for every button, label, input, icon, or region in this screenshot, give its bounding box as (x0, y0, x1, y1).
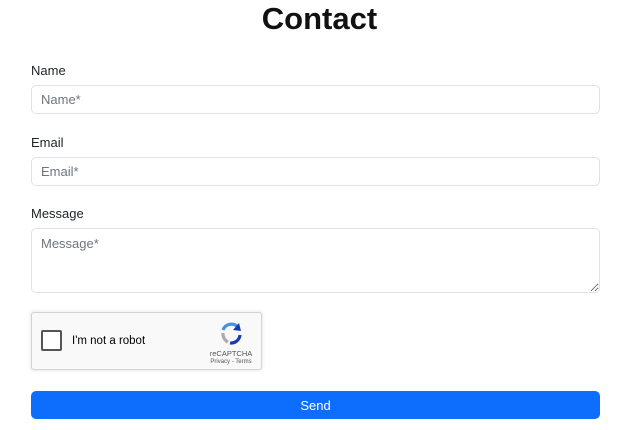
recaptcha-widget: I'm not a robot reCAPTCHA Privacy - Term… (31, 312, 262, 370)
message-label: Message (31, 206, 84, 221)
send-button[interactable]: Send (31, 391, 600, 419)
recaptcha-links: Privacy - Terms (204, 359, 258, 365)
name-label: Name (31, 63, 66, 78)
name-input[interactable] (31, 85, 600, 114)
recaptcha-checkbox[interactable] (41, 330, 62, 351)
recaptcha-terms-link[interactable]: Terms (235, 359, 251, 365)
recaptcha-logo-icon (221, 322, 242, 345)
email-label: Email (31, 135, 64, 150)
message-textarea[interactable] (31, 228, 600, 293)
contact-page: Contact Name Email Message I'm not a rob… (0, 0, 639, 430)
email-input[interactable] (31, 157, 600, 186)
page-title: Contact (261, 1, 378, 36)
recaptcha-link-separator: - (231, 359, 234, 365)
recaptcha-brand: reCAPTCHA (209, 349, 253, 358)
recaptcha-privacy-link[interactable]: Privacy (210, 359, 230, 365)
recaptcha-checkbox-label: I'm not a robot (72, 335, 146, 347)
